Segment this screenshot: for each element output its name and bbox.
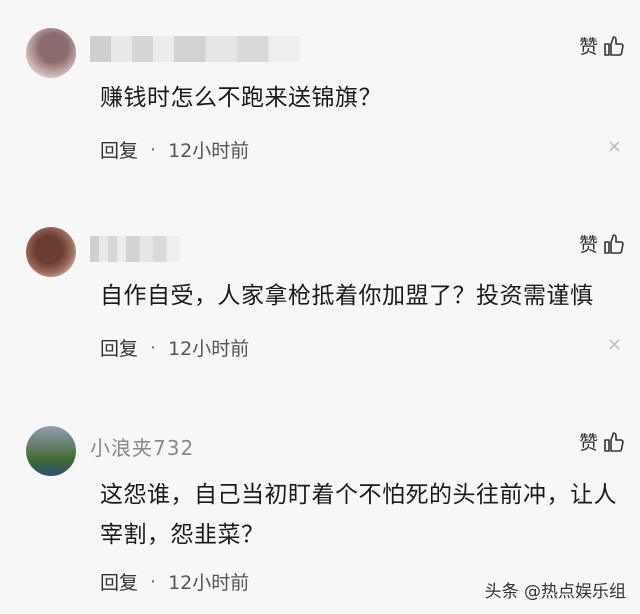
comment-meta: 回复 · 12小时前	[100, 136, 249, 163]
comment-meta: 回复 · 12小时前	[100, 334, 249, 361]
avatar[interactable]	[26, 28, 76, 78]
like-button[interactable]: 赞	[579, 32, 626, 59]
timestamp: 12小时前	[168, 140, 250, 162]
separator: ·	[150, 336, 157, 359]
timestamp: 12小时前	[168, 338, 250, 360]
timestamp: 12小时前	[168, 572, 250, 594]
username[interactable]	[90, 36, 300, 62]
like-label: 赞	[578, 36, 598, 58]
thumbs-up-icon	[604, 431, 624, 452]
reply-button[interactable]: 回复	[100, 334, 138, 361]
like-button[interactable]: 赞	[579, 230, 626, 257]
avatar[interactable]	[26, 227, 76, 277]
like-label: 赞	[578, 234, 598, 256]
reply-button[interactable]: 回复	[100, 568, 138, 595]
avatar[interactable]	[26, 426, 76, 476]
separator: ·	[150, 570, 157, 593]
close-icon[interactable]: ×	[607, 136, 622, 157]
thumbs-up-icon	[604, 35, 624, 56]
comment-text: 这怨谁，自己当初盯着个不怕死的头往前冲，让人宰割，怨韭菜？	[100, 482, 617, 548]
close-icon[interactable]: ×	[607, 334, 622, 355]
watermark: 头条 @热点娱乐组	[484, 582, 626, 602]
like-label: 赞	[578, 432, 598, 454]
separator: ·	[150, 138, 157, 161]
reply-button[interactable]: 回复	[100, 136, 138, 163]
comment-meta: 回复 · 12小时前	[100, 568, 249, 595]
comment-text: 赚钱时怎么不跑来送锦旗？	[100, 85, 382, 111]
username[interactable]: 小浪夹732	[90, 432, 194, 460]
thumbs-up-icon	[604, 233, 624, 254]
username[interactable]	[90, 236, 180, 262]
like-button[interactable]: 赞	[579, 428, 626, 455]
comment-text: 自作自受，人家拿枪抵着你加盟了？投资需谨慎	[100, 283, 594, 309]
